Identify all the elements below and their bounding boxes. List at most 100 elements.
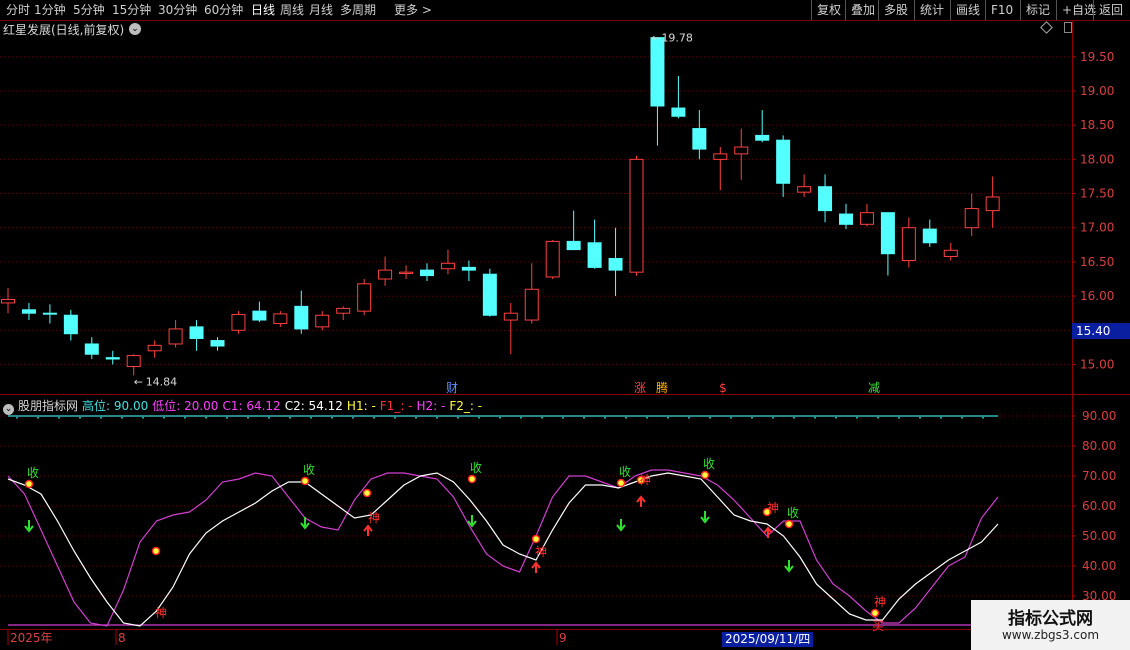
level-tick bbox=[814, 417, 816, 419]
watermark-logo: 指标公式网 www.zbgs3.com bbox=[971, 600, 1130, 650]
candle bbox=[63, 309, 78, 341]
level-tick bbox=[436, 417, 438, 419]
event-marker[interactable]: 腾 bbox=[656, 380, 668, 395]
signal-label: 收 bbox=[27, 466, 39, 480]
candle bbox=[210, 337, 225, 351]
price-tick-label: 19.50 bbox=[1080, 50, 1114, 64]
candle-body bbox=[357, 283, 372, 312]
candle-body bbox=[650, 37, 665, 107]
signal-dot bbox=[531, 534, 541, 544]
level-tick bbox=[625, 417, 627, 419]
level-tick bbox=[289, 417, 291, 419]
signal-label: 收 bbox=[787, 506, 799, 520]
candle bbox=[901, 217, 916, 268]
candle bbox=[21, 302, 36, 321]
level-tick bbox=[352, 417, 354, 419]
candle-body bbox=[84, 343, 99, 355]
chevron-down-icon[interactable]: ⌄ bbox=[3, 404, 14, 415]
candle-body bbox=[315, 314, 330, 328]
level-tick bbox=[520, 417, 522, 419]
signal-label: 神 bbox=[767, 501, 779, 515]
candle-body bbox=[1, 299, 15, 304]
event-marker[interactable]: 财 bbox=[446, 381, 458, 395]
signal-label: 收 bbox=[470, 461, 482, 475]
candle-body bbox=[566, 240, 581, 251]
candle-body bbox=[755, 134, 770, 141]
signal-dot bbox=[151, 546, 161, 556]
event-marker[interactable]: $ bbox=[719, 381, 727, 395]
level-tick bbox=[562, 417, 564, 419]
signal-label: 收 bbox=[303, 463, 315, 477]
candle bbox=[734, 128, 749, 180]
candle bbox=[839, 203, 853, 230]
candle bbox=[943, 242, 958, 261]
candle bbox=[42, 304, 57, 324]
event-marker[interactable]: 涨 bbox=[634, 380, 646, 395]
candle-body bbox=[168, 328, 183, 345]
signal-label: 神 bbox=[874, 595, 886, 609]
candle bbox=[336, 306, 351, 321]
indicator-param: C2: 54.12 bbox=[284, 399, 343, 413]
candle-body bbox=[985, 196, 1000, 212]
sell-arrow-icon bbox=[784, 560, 794, 573]
level-tick bbox=[982, 417, 984, 419]
price-tick-label: 18.50 bbox=[1080, 118, 1114, 132]
candle-body bbox=[629, 158, 644, 273]
candle bbox=[671, 75, 686, 119]
candle-body bbox=[336, 307, 351, 314]
candle bbox=[629, 155, 644, 276]
candle-body bbox=[797, 186, 812, 193]
level-tick bbox=[163, 417, 165, 419]
candle bbox=[964, 193, 979, 236]
candle-body bbox=[189, 326, 204, 340]
candle-body bbox=[503, 312, 518, 321]
high-price-label: 19.78 bbox=[661, 32, 693, 45]
candle bbox=[126, 354, 141, 376]
level-tick bbox=[541, 417, 543, 419]
candle-body bbox=[105, 357, 120, 360]
sell-arrow-icon bbox=[300, 517, 310, 530]
event-marker[interactable]: 减 bbox=[868, 381, 880, 395]
price-tick-label: 17.50 bbox=[1080, 187, 1114, 201]
price-tick-label: 18.00 bbox=[1080, 152, 1114, 166]
level-tick bbox=[331, 417, 333, 419]
candle-body bbox=[42, 312, 57, 315]
candle-body bbox=[524, 288, 539, 321]
indicator-name: 股朋指标网 bbox=[18, 399, 79, 413]
level-tick bbox=[478, 417, 480, 419]
candle bbox=[399, 265, 414, 280]
current-price-tag: 15.40 bbox=[1072, 323, 1130, 339]
candle-body bbox=[231, 314, 246, 331]
level-tick bbox=[415, 417, 417, 419]
candle bbox=[105, 350, 120, 365]
candle-body bbox=[126, 355, 141, 368]
candle-body bbox=[482, 273, 497, 316]
price-tick-label: 17.00 bbox=[1080, 221, 1114, 235]
candle-body bbox=[818, 186, 833, 212]
candle-body bbox=[922, 228, 937, 244]
level-tick bbox=[394, 417, 396, 419]
level-tick bbox=[730, 417, 732, 419]
level-tick bbox=[37, 417, 39, 419]
watermark-title: 指标公式网 bbox=[1008, 609, 1093, 629]
candle bbox=[566, 210, 581, 251]
signal-dot bbox=[784, 519, 794, 529]
buy-arrow-icon bbox=[636, 495, 646, 507]
candle bbox=[524, 263, 539, 324]
level-tick bbox=[877, 417, 879, 419]
level-tick bbox=[646, 417, 648, 419]
level-tick bbox=[184, 417, 186, 419]
candle-body bbox=[859, 212, 874, 225]
candle-body bbox=[545, 240, 560, 278]
level-tick bbox=[667, 417, 669, 419]
candle-body bbox=[252, 310, 267, 321]
level-tick bbox=[310, 417, 312, 419]
price-tick-label: 15.00 bbox=[1080, 357, 1114, 371]
candle bbox=[650, 37, 665, 146]
candle-body bbox=[943, 249, 958, 257]
candle-body bbox=[839, 213, 853, 225]
candle bbox=[252, 301, 267, 323]
indicator-param: 低位: 20.00 bbox=[152, 399, 219, 413]
candle-body bbox=[692, 128, 707, 150]
time-axis-label: 9 bbox=[559, 631, 567, 645]
